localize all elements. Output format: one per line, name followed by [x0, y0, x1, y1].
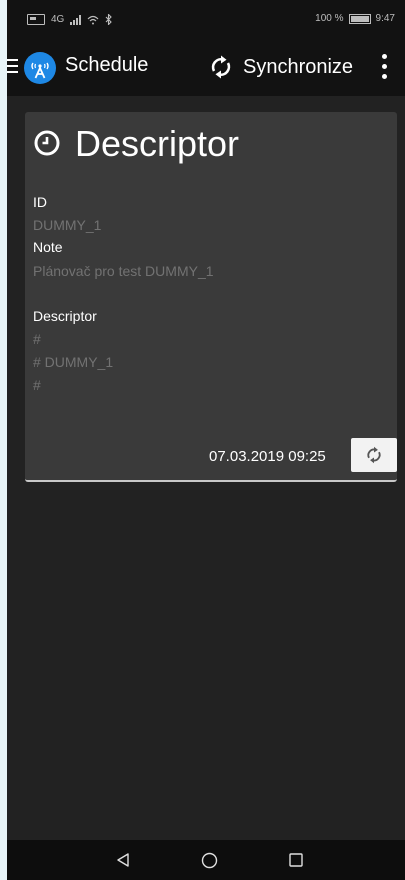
system-nav-bar [7, 840, 405, 880]
id-value: DUMMY_1 [33, 217, 102, 233]
phone-screen: 4G 100 % 9:47 Schedule Synchronize Descr… [7, 0, 405, 880]
status-left-group: 4G [27, 14, 113, 25]
bluetooth-icon [105, 14, 113, 25]
sync-icon [367, 446, 381, 464]
back-icon[interactable] [115, 852, 131, 868]
note-value: Plánovač pro test DUMMY_1 [33, 263, 214, 279]
sync-icon[interactable] [207, 53, 235, 81]
recent-apps-icon[interactable] [289, 853, 303, 867]
last-sync-date: 07.03.2019 09:25 [209, 448, 326, 465]
descriptor-line: # [33, 331, 41, 347]
clock-icon [34, 130, 60, 156]
battery-icon [348, 13, 371, 24]
descriptor-line: # [33, 377, 41, 393]
id-label: ID [33, 194, 47, 210]
battery-percent: 100 % [315, 13, 344, 24]
sim-card-icon [27, 14, 45, 25]
card-sync-button[interactable] [351, 438, 397, 472]
descriptor-label: Descriptor [33, 308, 97, 324]
network-type-label: 4G [51, 14, 65, 25]
status-right-group: 100 % 9:47 [315, 13, 395, 24]
app-logo-icon [24, 52, 56, 84]
status-bar: 4G 100 % 9:47 [7, 0, 405, 38]
app-title: Schedule [65, 54, 149, 76]
signal-strength-icon [70, 14, 82, 25]
overflow-menu-icon[interactable] [382, 54, 388, 80]
descriptor-card: Descriptor ID DUMMY_1 Note Plánovač pro … [25, 112, 397, 482]
card-title: Descriptor [75, 123, 240, 164]
wifi-icon [87, 15, 99, 24]
note-label: Note [33, 239, 63, 255]
menu-icon[interactable] [7, 57, 19, 75]
synchronize-button[interactable]: Synchronize [243, 56, 353, 79]
clock-time: 9:47 [375, 13, 395, 24]
descriptor-line: # DUMMY_1 [33, 354, 114, 370]
home-icon[interactable] [201, 852, 218, 869]
app-bar: Schedule Synchronize [7, 38, 405, 96]
